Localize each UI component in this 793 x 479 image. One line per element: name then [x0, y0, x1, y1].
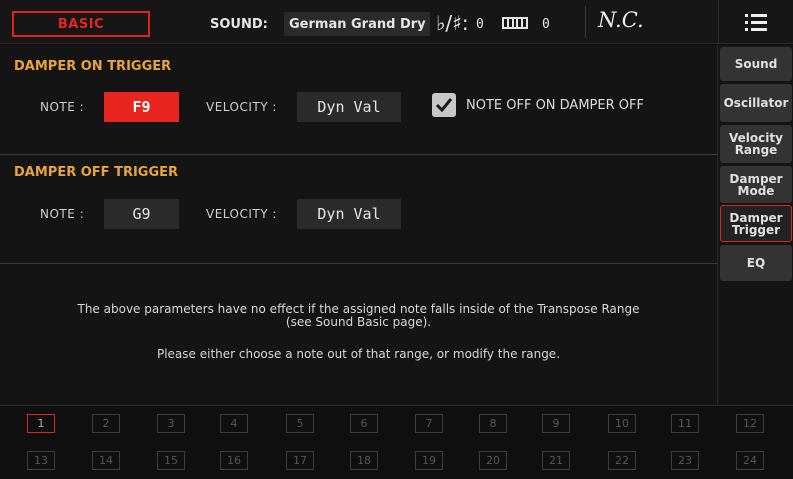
note-off-checkbox-label: NOTE OFF ON DAMPER OFF — [466, 98, 644, 113]
pad-4[interactable]: 4 — [220, 414, 248, 433]
pad-6[interactable]: 6 — [350, 414, 378, 433]
sound-label: SOUND: — [210, 17, 268, 32]
damper-off-note-field[interactable]: G9 — [104, 199, 179, 229]
pad-9[interactable]: 9 — [542, 414, 570, 433]
tab-damper-trigger[interactable]: Damper Trigger — [720, 205, 792, 242]
tab-eq[interactable]: EQ — [720, 245, 792, 281]
keyboard-icon — [502, 17, 528, 29]
octave-value[interactable]: 0 — [542, 17, 550, 32]
pad-2[interactable]: 2 — [92, 414, 120, 433]
pad-7[interactable]: 7 — [415, 414, 443, 433]
pad-20[interactable]: 20 — [479, 451, 507, 470]
pad-22[interactable]: 22 — [608, 451, 636, 470]
damper-on-velocity-field[interactable]: Dyn Val — [297, 92, 401, 122]
tab-oscillator[interactable]: Oscillator — [720, 84, 792, 122]
velocity-label: VELOCITY : — [206, 100, 277, 114]
divider — [585, 6, 586, 38]
pad-23[interactable]: 23 — [671, 451, 699, 470]
pad-5[interactable]: 5 — [286, 414, 314, 433]
pad-21[interactable]: 21 — [542, 451, 570, 470]
pad-14[interactable]: 14 — [92, 451, 120, 470]
pad-18[interactable]: 18 — [350, 451, 378, 470]
note-off-checkbox[interactable] — [432, 93, 456, 117]
pad-19[interactable]: 19 — [415, 451, 443, 470]
transpose-value[interactable]: 0 — [476, 17, 484, 32]
top-bar: BASIC SOUND: German Grand Dry ♭/♯: 0 0 N… — [0, 0, 793, 44]
menu-icon — [745, 13, 767, 31]
info-line: Please either choose a note out of that … — [156, 347, 561, 361]
note-label: NOTE : — [40, 100, 85, 114]
page-menu-button[interactable] — [718, 0, 793, 44]
velocity-label: VELOCITY : — [206, 207, 277, 221]
damper-on-note-field[interactable]: F9 — [104, 92, 179, 122]
section-title: DAMPER ON TRIGGER — [14, 59, 172, 74]
section-title: DAMPER OFF TRIGGER — [14, 165, 179, 180]
damper-off-section: DAMPER OFF TRIGGER NOTE : G9 VELOCITY : … — [0, 155, 717, 264]
check-icon — [435, 98, 453, 113]
mode-button[interactable]: BASIC — [12, 11, 150, 37]
sound-name-field[interactable]: German Grand Dry — [284, 12, 430, 36]
info-text: The above parameters have no effect if t… — [0, 303, 717, 329]
note-label: NOTE : — [40, 207, 85, 221]
info-line: (see Sound Basic page). — [285, 315, 432, 329]
info-text: Please either choose a note out of that … — [0, 348, 717, 361]
pad-24[interactable]: 24 — [736, 451, 764, 470]
pad-16[interactable]: 16 — [220, 451, 248, 470]
pad-17[interactable]: 17 — [286, 451, 314, 470]
pad-15[interactable]: 15 — [157, 451, 185, 470]
damper-on-section: DAMPER ON TRIGGER NOTE : F9 VELOCITY : D… — [0, 45, 717, 155]
pad-11[interactable]: 11 — [671, 414, 699, 433]
main-panel: DAMPER ON TRIGGER NOTE : F9 VELOCITY : D… — [0, 45, 717, 405]
pad-12[interactable]: 12 — [736, 414, 764, 433]
pad-3[interactable]: 3 — [157, 414, 185, 433]
side-tab-bar: Sound Oscillator Velocity Range Damper M… — [717, 45, 793, 405]
pad-13[interactable]: 13 — [27, 451, 55, 470]
tab-damper-mode[interactable]: Damper Mode — [720, 166, 792, 203]
pad-10[interactable]: 10 — [608, 414, 636, 433]
damper-off-velocity-field[interactable]: Dyn Val — [297, 199, 401, 229]
chord-display: N.C. — [598, 8, 644, 32]
pad-bar: 1 2 3 4 5 6 7 8 9 10 11 12 13 14 15 16 17 18 19 20 21 22 23 24 — [0, 405, 793, 479]
tab-sound[interactable]: Sound — [720, 47, 792, 81]
tab-velocity-range[interactable]: Velocity Range — [720, 125, 792, 163]
pad-8[interactable]: 8 — [479, 414, 507, 433]
transpose-icon: ♭/♯: — [436, 11, 469, 35]
pad-1[interactable]: 1 — [27, 414, 55, 433]
